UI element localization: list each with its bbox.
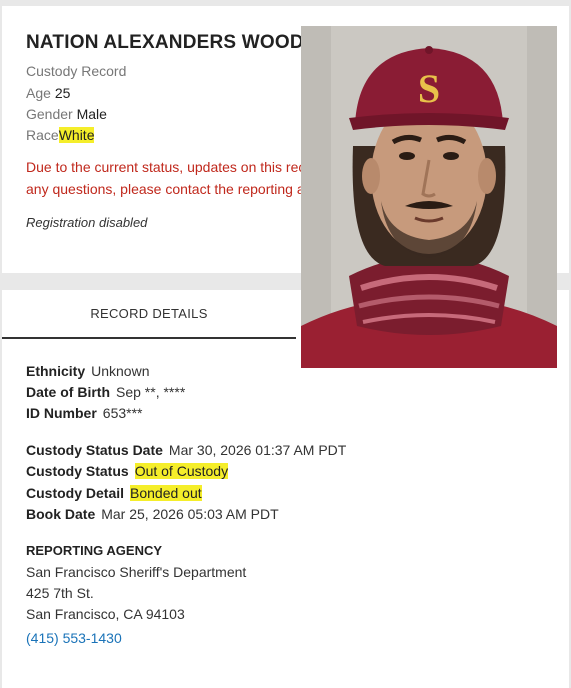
- registration-status: Registration disabled: [26, 215, 148, 230]
- cap-logo-letter: S: [418, 66, 440, 111]
- agency-phone-link[interactable]: (415) 553-1430: [26, 630, 122, 646]
- gender-value: Male: [76, 106, 107, 122]
- ethnicity-value: Unknown: [91, 363, 150, 379]
- custody-status-row: Custody Status Out of Custody: [26, 463, 229, 479]
- age-value: 25: [54, 85, 71, 101]
- age-label: Age: [26, 85, 51, 101]
- book-date-value: Mar 25, 2026 05:03 AM PDT: [101, 506, 279, 522]
- race-value: White: [58, 127, 95, 143]
- dob-label: Date of Birth: [26, 384, 110, 400]
- custody-status-date-value: Mar 30, 2026 01:37 AM PDT: [168, 442, 347, 458]
- id-row: ID Number 653***: [26, 405, 143, 421]
- book-date-row: Book Date Mar 25, 2026 05:03 AM PDT: [26, 506, 279, 522]
- custody-status-value: Out of Custody: [134, 463, 229, 479]
- race-row: RaceWhite: [26, 127, 95, 143]
- tab-record-details[interactable]: RECORD DETAILS: [2, 290, 296, 339]
- ethnicity-label: Ethnicity: [26, 363, 86, 379]
- gender-label: Gender: [26, 106, 73, 122]
- mugshot-image: S: [301, 26, 557, 368]
- id-label: ID Number: [26, 405, 97, 421]
- gender-row: Gender Male: [26, 106, 107, 122]
- record-type: Custody Record: [26, 63, 127, 79]
- agency-name: San Francisco Sheriff's Department: [26, 564, 247, 580]
- custody-status-label: Custody Status: [26, 463, 129, 479]
- custody-status-date-label: Custody Status Date: [26, 442, 163, 458]
- ethnicity-row: Ethnicity Unknown: [26, 363, 150, 379]
- reporting-agency-heading: REPORTING AGENCY: [26, 543, 163, 558]
- mugshot-photo: S: [301, 26, 557, 368]
- custody-status-date-row: Custody Status Date Mar 30, 2026 01:37 AM…: [26, 442, 346, 458]
- id-value: 653***: [102, 405, 143, 421]
- book-date-label: Book Date: [26, 506, 96, 522]
- person-name: NATION ALEXANDERS WOOD: [26, 32, 304, 53]
- dob-value: Sep **, ****: [116, 384, 186, 400]
- agency-city: San Francisco, CA 94103: [26, 606, 185, 622]
- agency-street: 425 7th St.: [26, 585, 94, 601]
- custody-detail-label: Custody Detail: [26, 485, 125, 501]
- custody-detail-value: Bonded out: [130, 485, 202, 501]
- dob-row: Date of Birth Sep **, ****: [26, 384, 185, 400]
- age-row: Age 25: [26, 85, 70, 101]
- race-label: Race: [26, 127, 59, 143]
- custody-detail-row: Custody Detail Bonded out: [26, 485, 202, 501]
